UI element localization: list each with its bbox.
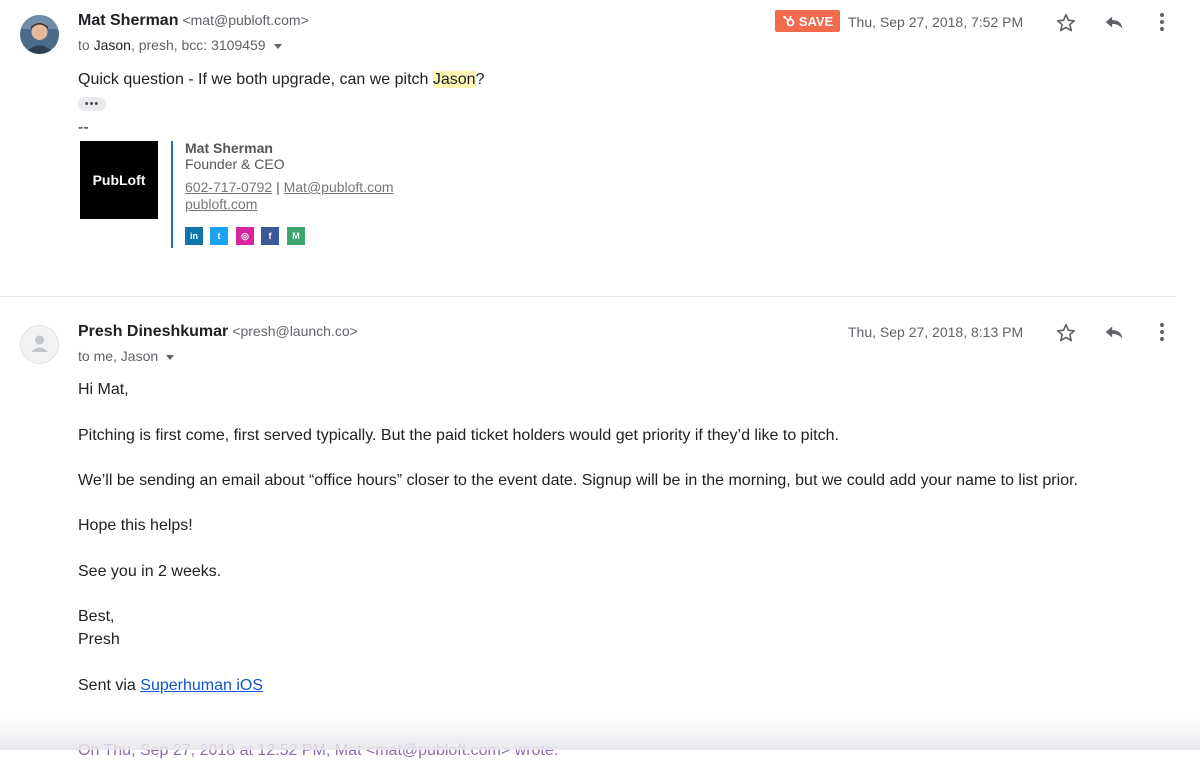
sender-avatar-default[interactable] — [20, 325, 59, 364]
body-highlight: Jason — [432, 71, 476, 88]
show-trimmed-content-button[interactable]: ••• — [78, 97, 106, 111]
sender-avatar[interactable] — [20, 15, 59, 54]
body-text-before: Quick question - If we both upgrade, can… — [78, 71, 433, 88]
body-line-office-hours: We’ll be sending an email about “office … — [78, 472, 1078, 489]
reply-icon[interactable] — [1099, 7, 1129, 37]
recipients-text: to me, Jason — [78, 348, 159, 364]
sender-email: <presh@launch.co> — [232, 323, 358, 339]
sender-line: Presh Dineshkumar <presh@launch.co> — [78, 323, 358, 341]
message-date: Thu, Sep 27, 2018, 8:13 PM — [848, 324, 1024, 340]
chevron-down-icon[interactable] — [166, 354, 175, 360]
signature-separator: -- — [78, 119, 89, 136]
body-line-see-you: See you in 2 weeks. — [78, 563, 222, 580]
superhuman-ios-link[interactable]: Superhuman iOS — [140, 677, 263, 694]
message-body: Quick question - If we both upgrade, can… — [78, 71, 484, 89]
message-2: Presh Dineshkumar <presh@launch.co> to me… — [0, 297, 1200, 750]
facebook-icon[interactable]: f — [261, 227, 279, 245]
signature-email-link[interactable]: Mat@publoft.com — [284, 179, 394, 195]
chevron-down-icon[interactable] — [273, 43, 282, 49]
sender-line: Mat Sherman <mat@publoft.com> — [78, 12, 309, 30]
recipients-line[interactable]: to me, Jason — [78, 348, 175, 364]
medium-icon[interactable]: M — [287, 227, 305, 245]
hubspot-icon — [782, 15, 795, 27]
body-line-signoff-name: Presh — [78, 631, 120, 648]
reply-icon[interactable] — [1099, 317, 1129, 347]
recipients-line[interactable]: to Jason, presh, bcc: 3109459 — [78, 37, 282, 53]
sender-name[interactable]: Mat Sherman — [78, 12, 178, 29]
signature-separator-bar: | — [272, 179, 284, 195]
sender-name[interactable]: Presh Dineshkumar — [78, 323, 228, 340]
more-options-icon[interactable] — [1147, 7, 1177, 37]
recipients-rest: , presh, bcc: 3109459 — [130, 37, 266, 53]
message-date: Thu, Sep 27, 2018, 7:52 PM — [848, 14, 1024, 30]
save-button[interactable]: SAVE — [775, 10, 840, 32]
signature-phone-link[interactable]: 602-717-0792 — [185, 179, 272, 195]
sent-via-line: Sent via Superhuman iOS — [78, 677, 263, 695]
more-options-icon[interactable] — [1147, 317, 1177, 347]
star-icon[interactable] — [1051, 318, 1081, 348]
signature-contact: 602-717-0792 | Mat@publoft.com — [185, 179, 394, 195]
body-line-best: Best, — [78, 608, 115, 625]
linkedin-icon[interactable]: in — [185, 227, 203, 245]
recipients-prefix: to — [78, 37, 94, 53]
message-1: Mat Sherman <mat@publoft.com> to Jason, p… — [0, 0, 1200, 296]
signature-divider — [171, 141, 173, 248]
recipient-jason: Jason — [93, 37, 131, 53]
body-text-after: ? — [475, 71, 485, 88]
star-icon[interactable] — [1051, 8, 1081, 38]
signature-website-link[interactable]: publoft.com — [185, 196, 257, 212]
signature-website: publoft.com — [185, 196, 257, 212]
bottom-fade-overlay — [0, 718, 1200, 750]
save-label: SAVE — [798, 13, 834, 29]
publoft-logo: PubLoft — [80, 141, 158, 219]
body-line-greeting: Hi Mat, — [78, 381, 129, 398]
signature-name: Mat Sherman — [185, 140, 273, 156]
signature-title: Founder & CEO — [185, 156, 285, 172]
sender-email: <mat@publoft.com> — [182, 12, 309, 28]
instagram-icon[interactable]: ◎ — [236, 227, 254, 245]
twitter-icon[interactable]: t — [210, 227, 228, 245]
body-line-pitching: Pitching is first come, first served typ… — [78, 427, 839, 444]
body-line-hope: Hope this helps! — [78, 517, 193, 534]
sent-via-prefix: Sent via — [78, 677, 141, 694]
